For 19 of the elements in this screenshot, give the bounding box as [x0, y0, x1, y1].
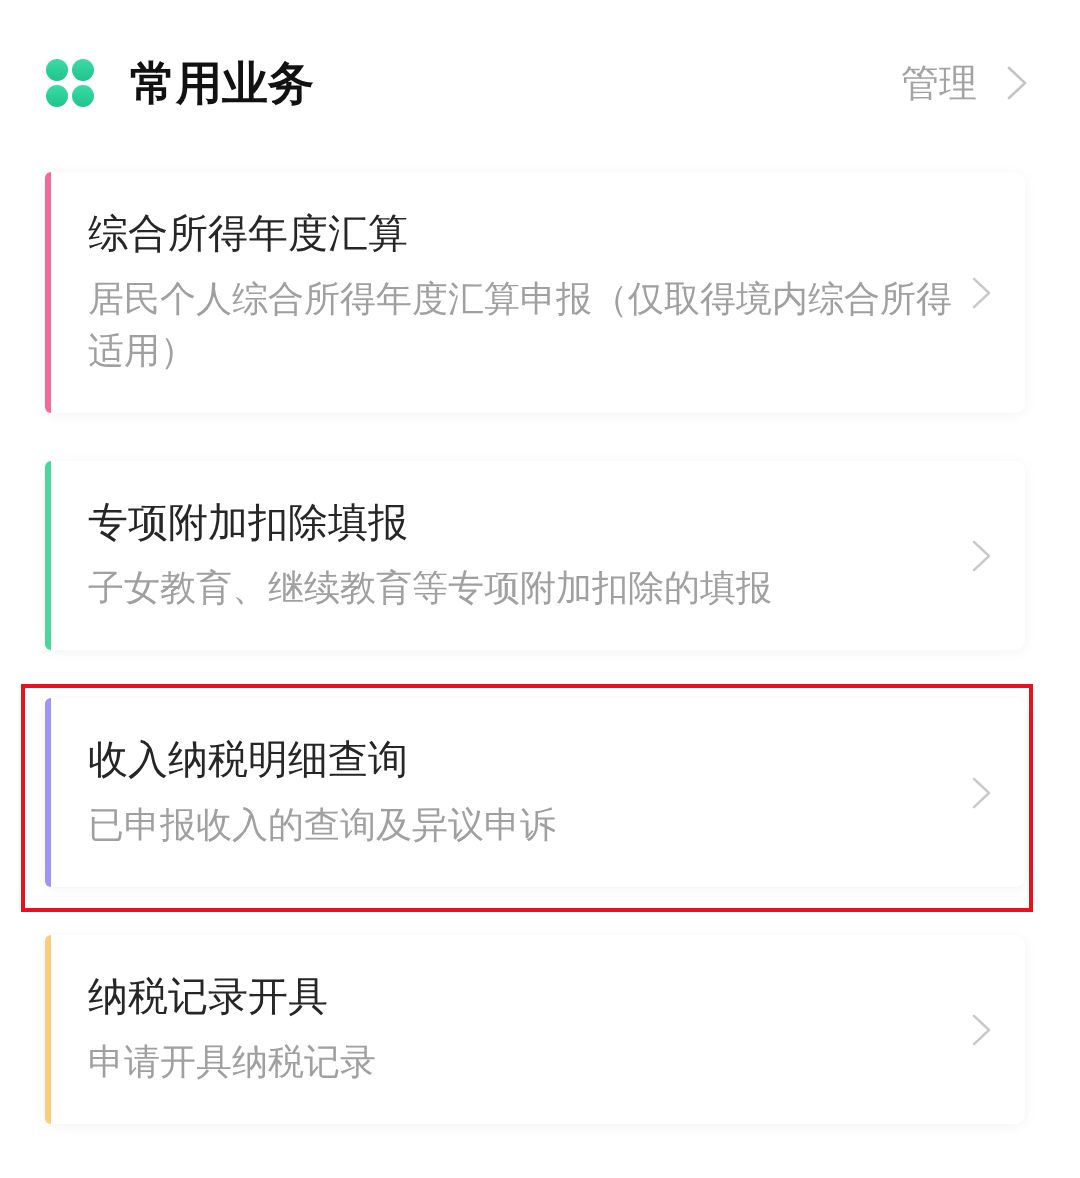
- card-subtitle: 子女教育、继续教育等专项附加扣除的填报: [88, 566, 773, 610]
- service-card[interactable]: 专项附加扣除填报 子女教育、继续教育等专项附加扣除的填报: [45, 461, 1025, 650]
- card-title: 收入纳税明细查询: [88, 737, 409, 781]
- chevron-right-icon: [972, 276, 991, 309]
- chevron-right-icon: [972, 539, 991, 572]
- card-subtitle: 居民个人综合所得年度汇算申报（仅取得境内综合所得适用）: [88, 277, 953, 373]
- card-subtitle: 已申报收入的查询及异议申诉: [88, 803, 557, 847]
- service-card[interactable]: 收入纳税明细查询 已申报收入的查询及异议申诉: [45, 698, 1025, 887]
- section-title: 常用业务: [130, 56, 314, 110]
- card-subtitle: 申请开具纳税记录: [88, 1040, 377, 1084]
- chevron-right-icon: [1007, 66, 1027, 100]
- service-card[interactable]: 综合所得年度汇算 居民个人综合所得年度汇算申报（仅取得境内综合所得适用）: [45, 172, 1025, 413]
- chevron-right-icon: [972, 776, 991, 809]
- service-card[interactable]: 纳税记录开具 申请开具纳税记录: [45, 935, 1025, 1124]
- card-title: 专项附加扣除填报: [88, 500, 409, 544]
- grid-icon: [45, 59, 95, 107]
- card-title: 纳税记录开具: [88, 974, 329, 1018]
- card-title: 综合所得年度汇算: [88, 211, 409, 255]
- chevron-right-icon: [972, 1013, 991, 1046]
